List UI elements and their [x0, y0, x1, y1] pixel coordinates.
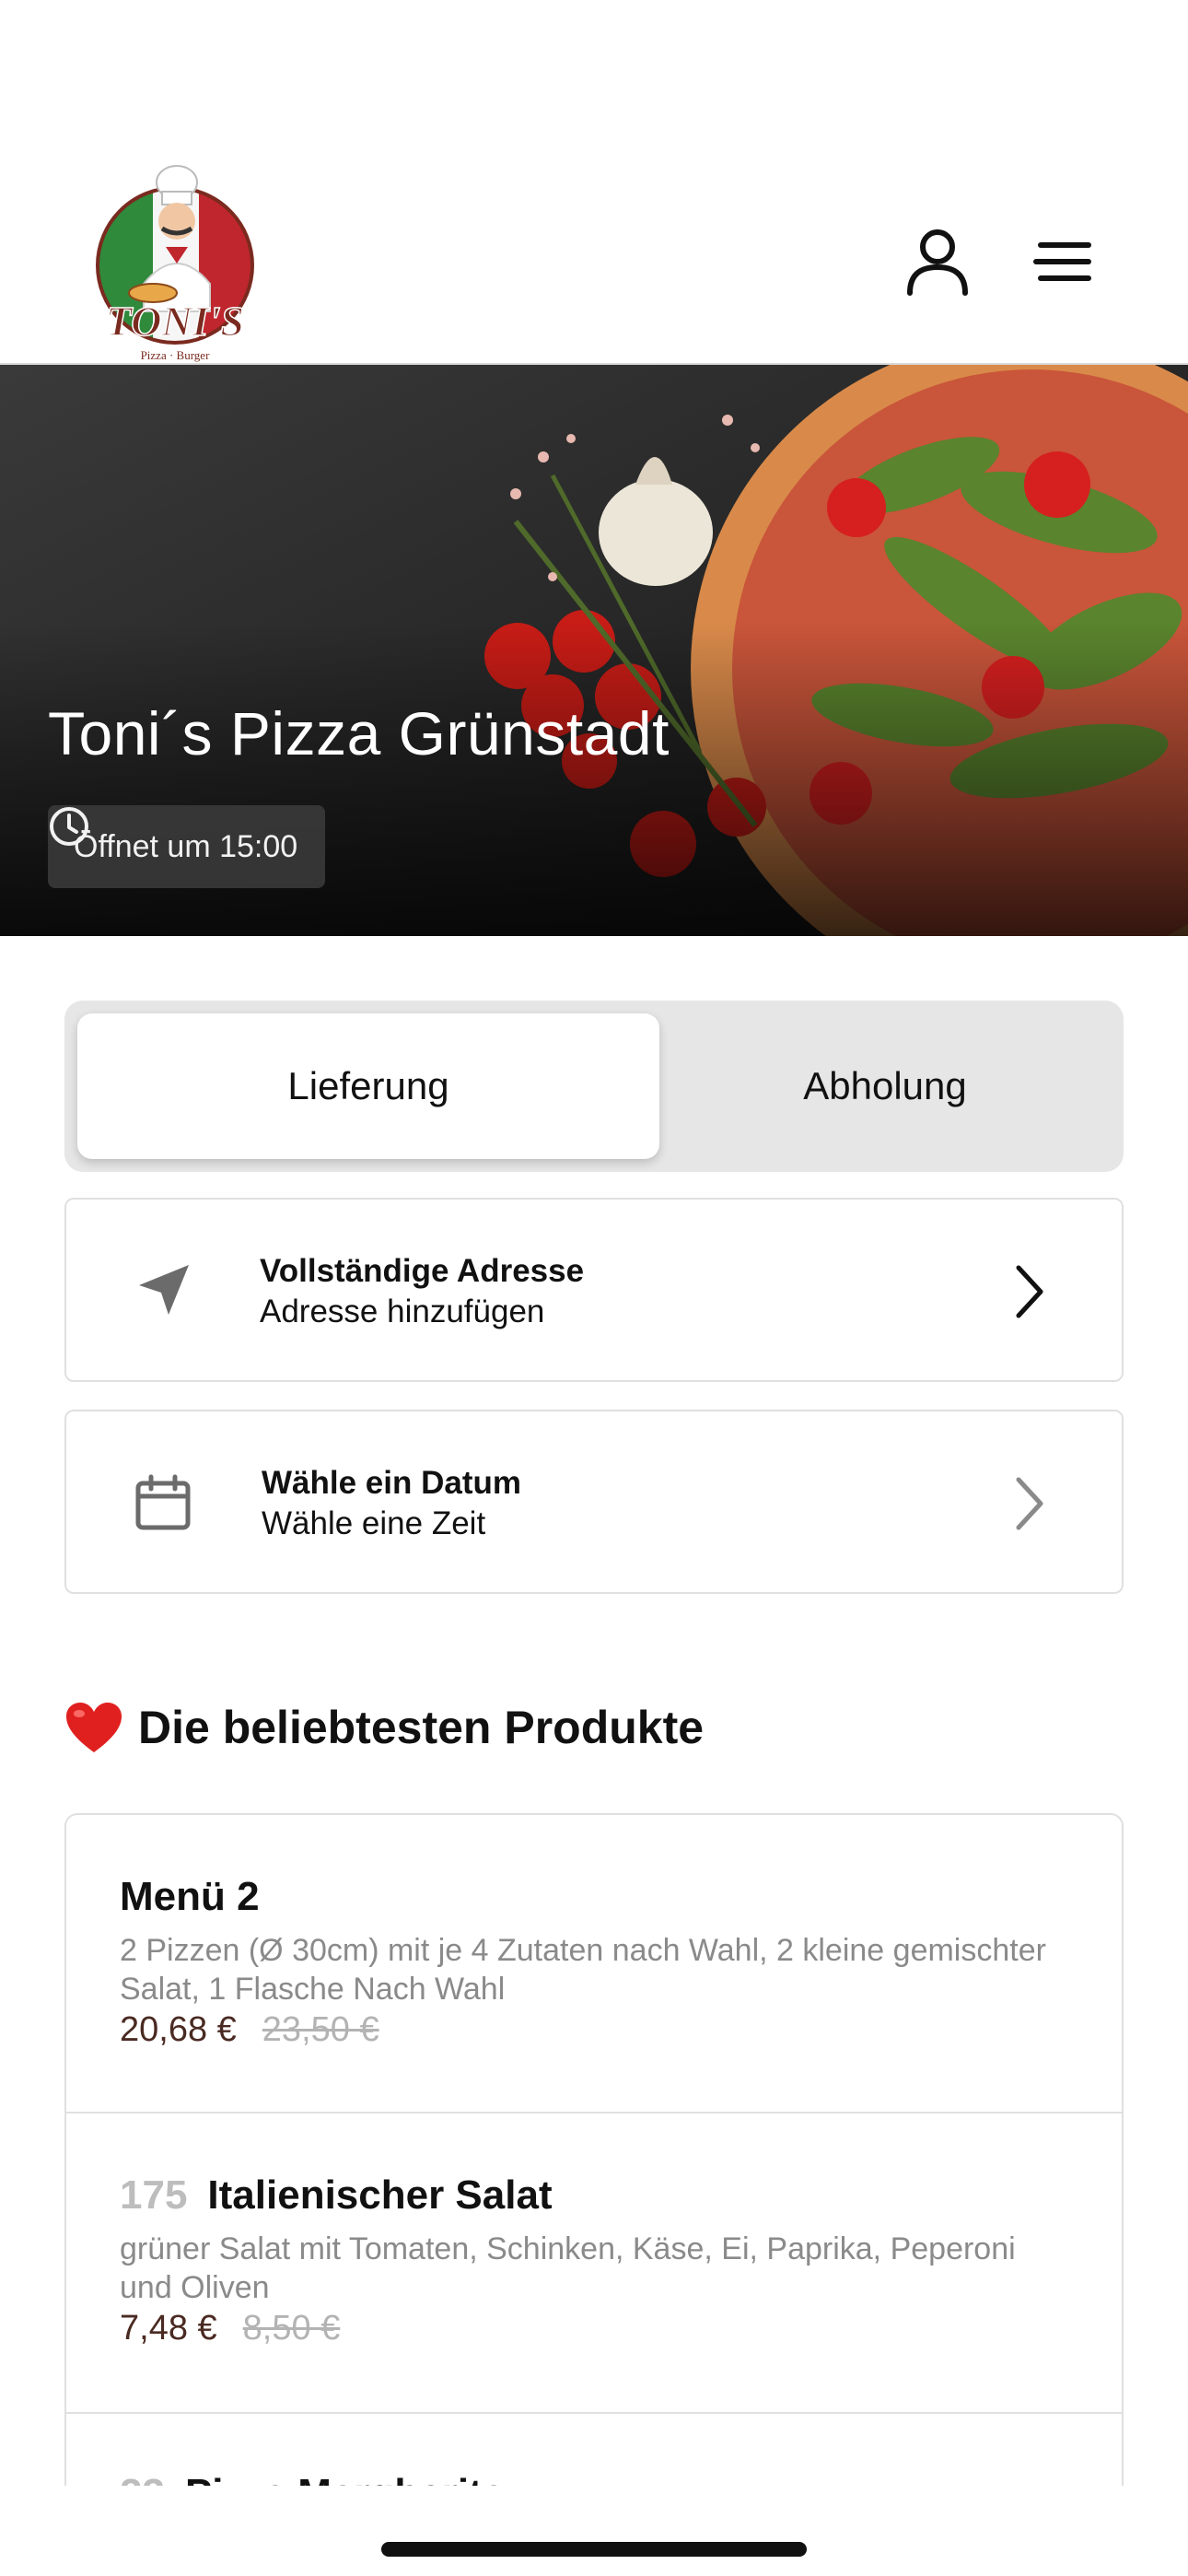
product-name: 23Pizza Margherita — [120, 2471, 505, 2486]
app-header: TONI'S Pizza · Burger — [0, 0, 1188, 365]
order-type-toggle: Lieferung Abholung — [64, 1001, 1124, 1172]
product-item[interactable]: 175 Italienischer Salat grüner Salat mit … — [66, 2113, 1122, 2414]
restaurant-logo[interactable]: TONI'S Pizza · Burger — [88, 155, 262, 365]
product-price: 20,68 € 23,50 € — [120, 2010, 379, 2050]
delivery-option[interactable]: Lieferung — [77, 1013, 659, 1159]
hamburger-menu-icon — [1033, 242, 1091, 281]
address-title: Vollständige Adresse — [260, 1253, 585, 1289]
chevron-right-icon — [1016, 1265, 1043, 1318]
restaurant-name: Toni´s Pizza Grünstadt — [48, 699, 670, 767]
popular-products-title: Die beliebtesten Produkte — [138, 1702, 705, 1753]
product-item[interactable]: Menü 2 2 Pizzen (Ø 30cm) mit je 4 Zutate… — [66, 1815, 1122, 2113]
product-number: 175 — [120, 2172, 188, 2218]
current-price: 20,68 € — [120, 2010, 237, 2049]
home-indicator[interactable] — [381, 2542, 807, 2557]
calendar-icon — [131, 1470, 195, 1535]
product-name: Menü 2 — [120, 1874, 260, 1919]
restaurant-hero-banner: Toni´s Pizza Grünstadt Öffnet um 15:00 — [0, 365, 1188, 936]
time-subtitle: Wähle eine Zeit — [262, 1505, 486, 1541]
logo-subtext: Pizza · Burger — [141, 348, 211, 362]
product-description: grüner Salat mit Tomaten, Schinken, Käse… — [120, 2231, 1016, 2305]
opening-status-badge: Öffnet um 15:00 — [48, 805, 326, 888]
original-price: 8,50 € — [242, 2309, 341, 2348]
popular-products-heading: Die beliebtesten Produkte — [64, 1701, 704, 1754]
product-description: 2 Pizzen (Ø 30cm) mit je 4 Zutaten nach … — [120, 1933, 1046, 2007]
product-number: 23 — [120, 2471, 165, 2486]
current-price: 7,48 € — [120, 2309, 217, 2348]
navigation-arrow-icon — [131, 1259, 195, 1323]
date-time-selector[interactable]: Wähle ein Datum Wähle eine Zeit — [64, 1410, 1124, 1594]
original-price: 23,50 € — [262, 2010, 379, 2049]
heart-icon — [66, 1703, 122, 1752]
address-selector[interactable]: Vollständige Adresse Adresse hinzufügen — [64, 1198, 1124, 1382]
logo-text: TONI'S — [106, 298, 244, 345]
pickup-option[interactable]: Abholung — [659, 1013, 1111, 1159]
product-price: 7,48 € 8,50 € — [120, 2309, 340, 2348]
menu-button[interactable] — [1019, 217, 1107, 306]
account-button[interactable] — [893, 217, 982, 306]
popular-products-list: Menü 2 2 Pizzen (Ø 30cm) mit je 4 Zutate… — [64, 1813, 1124, 2486]
product-item[interactable]: 23Pizza Margherita — [66, 2414, 1122, 2486]
product-name: 175 Italienischer Salat — [120, 2172, 553, 2218]
opening-status-text: Öffnet um 15:00 — [74, 828, 298, 864]
clock-icon — [50, 807, 88, 846]
chevron-right-icon — [1016, 1477, 1043, 1530]
date-title: Wähle ein Datum — [262, 1465, 521, 1501]
user-icon — [907, 229, 968, 296]
address-subtitle: Adresse hinzufügen — [260, 1294, 545, 1329]
